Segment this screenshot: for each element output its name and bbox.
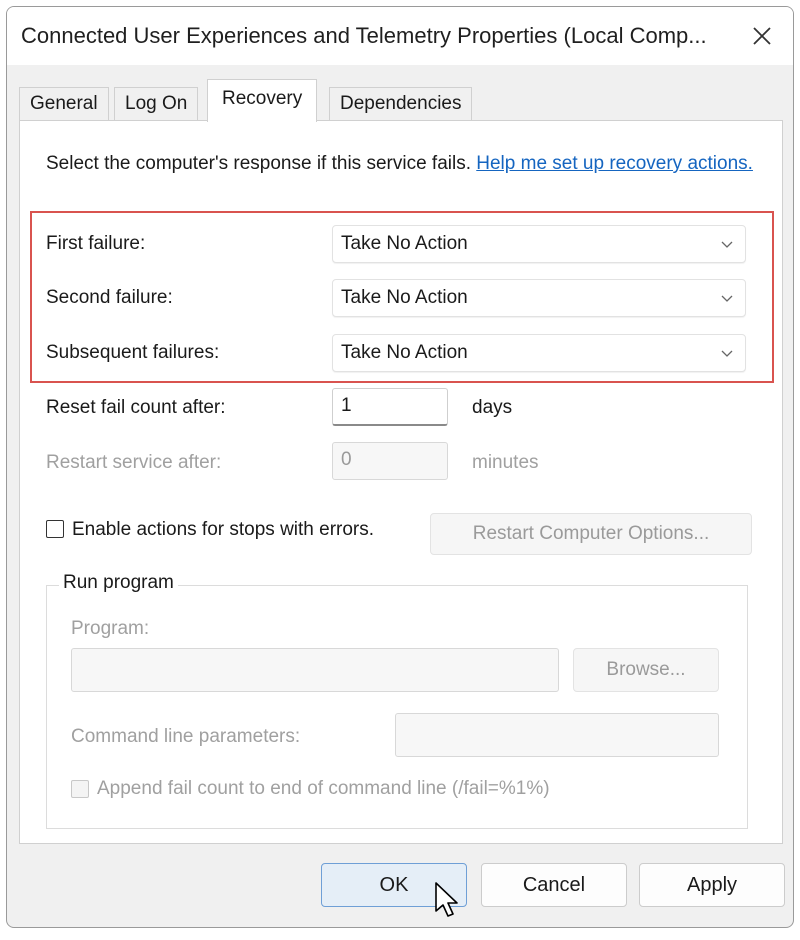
reset-fail-count-input[interactable]: 1 xyxy=(332,388,448,426)
chevron-down-icon xyxy=(721,241,733,248)
chevron-down-icon xyxy=(721,295,733,302)
enable-actions-label: Enable actions for stops with errors. xyxy=(72,519,375,540)
enable-actions-checkbox[interactable] xyxy=(46,520,64,538)
program-label: Program: xyxy=(71,618,150,639)
close-icon xyxy=(753,27,771,45)
append-fail-count-checkbox xyxy=(71,780,89,798)
ok-button[interactable]: OK xyxy=(321,863,467,907)
properties-dialog: Connected User Experiences and Telemetry… xyxy=(6,6,794,928)
intro-description: Select the computer's response if this s… xyxy=(46,153,477,174)
intro-text: Select the computer's response if this s… xyxy=(46,151,756,177)
subsequent-failures-value: Take No Action xyxy=(341,342,468,363)
apply-button[interactable]: Apply xyxy=(639,863,785,907)
restart-service-label: Restart service after: xyxy=(46,452,222,473)
second-failure-dropdown[interactable]: Take No Action xyxy=(332,279,746,317)
tab-log-on[interactable]: Log On xyxy=(114,87,199,121)
tab-general[interactable]: General xyxy=(19,87,109,121)
tab-dependencies[interactable]: Dependencies xyxy=(329,87,473,121)
subsequent-failures-label: Subsequent failures: xyxy=(46,342,220,363)
run-program-title: Run program xyxy=(59,572,178,594)
restart-computer-options-button: Restart Computer Options... xyxy=(430,513,752,555)
chevron-down-icon xyxy=(721,350,733,357)
first-failure-dropdown[interactable]: Take No Action xyxy=(332,225,746,263)
tab-strip: General Log On Recovery Dependencies xyxy=(19,79,779,122)
first-failure-value: Take No Action xyxy=(341,233,468,254)
restart-service-unit: minutes xyxy=(472,452,539,473)
window-title: Connected User Experiences and Telemetry… xyxy=(21,23,707,48)
title-bar: Connected User Experiences and Telemetry… xyxy=(7,7,793,65)
restart-service-input: 0 xyxy=(332,442,448,480)
program-input xyxy=(71,648,559,692)
close-button[interactable] xyxy=(745,19,779,53)
second-failure-label: Second failure: xyxy=(46,287,173,308)
run-program-group: Run program Program: Browse... Command l… xyxy=(46,572,748,829)
recovery-panel: Select the computer's response if this s… xyxy=(19,120,783,844)
help-recovery-link[interactable]: Help me set up recovery actions. xyxy=(476,153,753,174)
reset-fail-count-label: Reset fail count after: xyxy=(46,397,226,418)
second-failure-value: Take No Action xyxy=(341,287,468,308)
cmdline-label: Command line parameters: xyxy=(71,726,301,747)
append-fail-count-label: Append fail count to end of command line… xyxy=(97,778,550,799)
cmdline-input xyxy=(395,713,719,757)
cancel-button[interactable]: Cancel xyxy=(481,863,627,907)
subsequent-failures-dropdown[interactable]: Take No Action xyxy=(332,334,746,372)
reset-fail-count-unit: days xyxy=(472,397,513,418)
browse-button: Browse... xyxy=(573,648,719,692)
tab-recovery[interactable]: Recovery xyxy=(207,79,318,122)
first-failure-label: First failure: xyxy=(46,233,146,254)
